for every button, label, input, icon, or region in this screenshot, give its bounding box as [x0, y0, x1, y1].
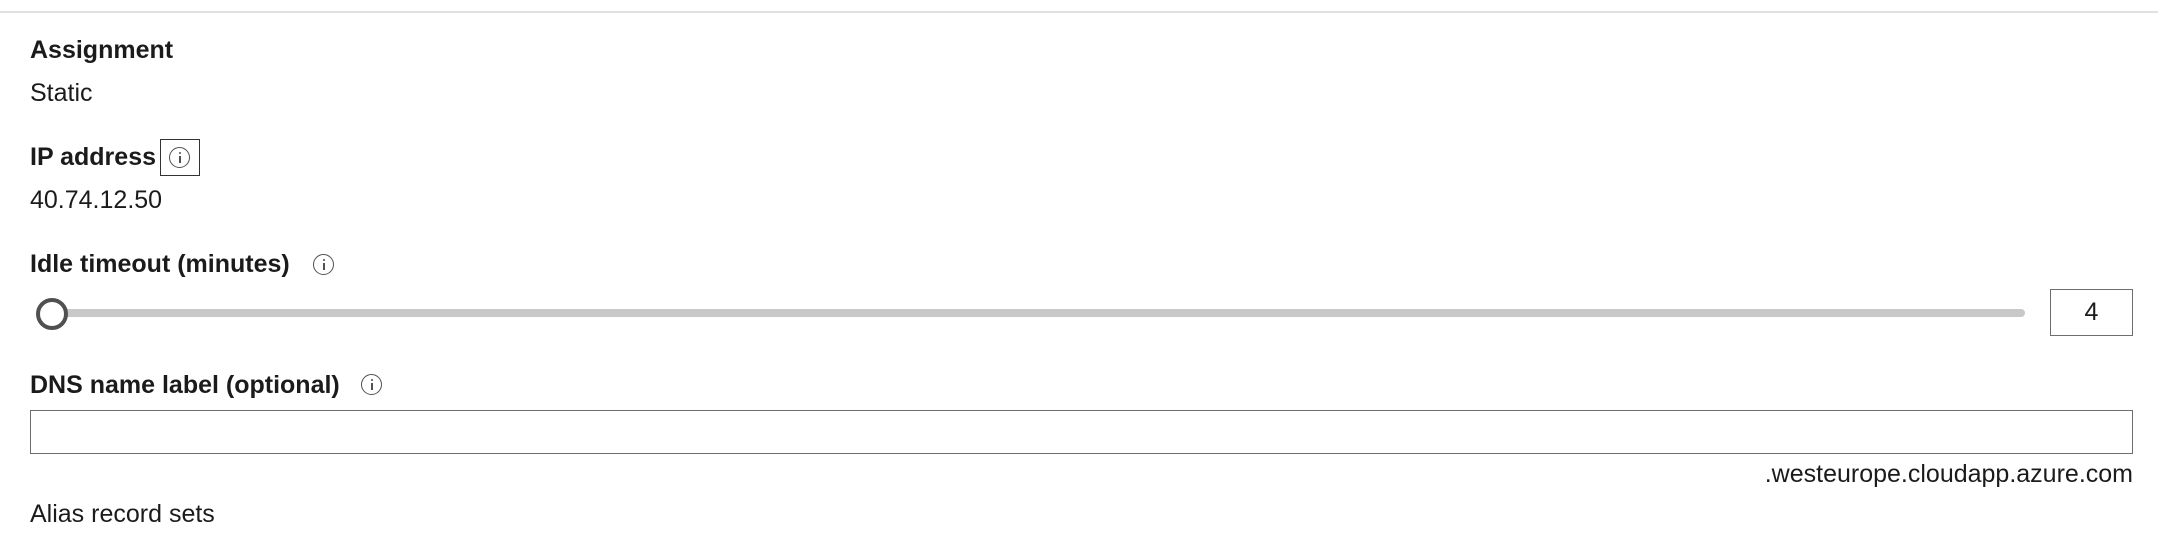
ip-address-label: IP address	[30, 143, 157, 171]
ip-address-info-button[interactable]	[160, 139, 200, 176]
info-icon	[169, 147, 190, 168]
alias-record-sets-label: Alias record sets	[30, 500, 215, 528]
info-icon[interactable]	[361, 374, 382, 395]
info-icon[interactable]	[313, 254, 334, 275]
top-divider	[0, 11, 2158, 13]
idle-timeout-slider-thumb[interactable]	[36, 298, 68, 330]
dns-name-label: DNS name label (optional)	[30, 371, 340, 399]
idle-timeout-slider-track[interactable]	[40, 309, 2025, 317]
dns-suffix: .westeurope.cloudapp.azure.com	[1764, 460, 2133, 488]
assignment-value: Static	[30, 79, 93, 107]
dns-name-input[interactable]	[30, 410, 2133, 454]
assignment-label: Assignment	[30, 36, 174, 64]
idle-timeout-value-box[interactable]: 4	[2050, 289, 2133, 336]
ip-address-value: 40.74.12.50	[30, 186, 163, 214]
idle-timeout-label: Idle timeout (minutes)	[30, 250, 290, 278]
